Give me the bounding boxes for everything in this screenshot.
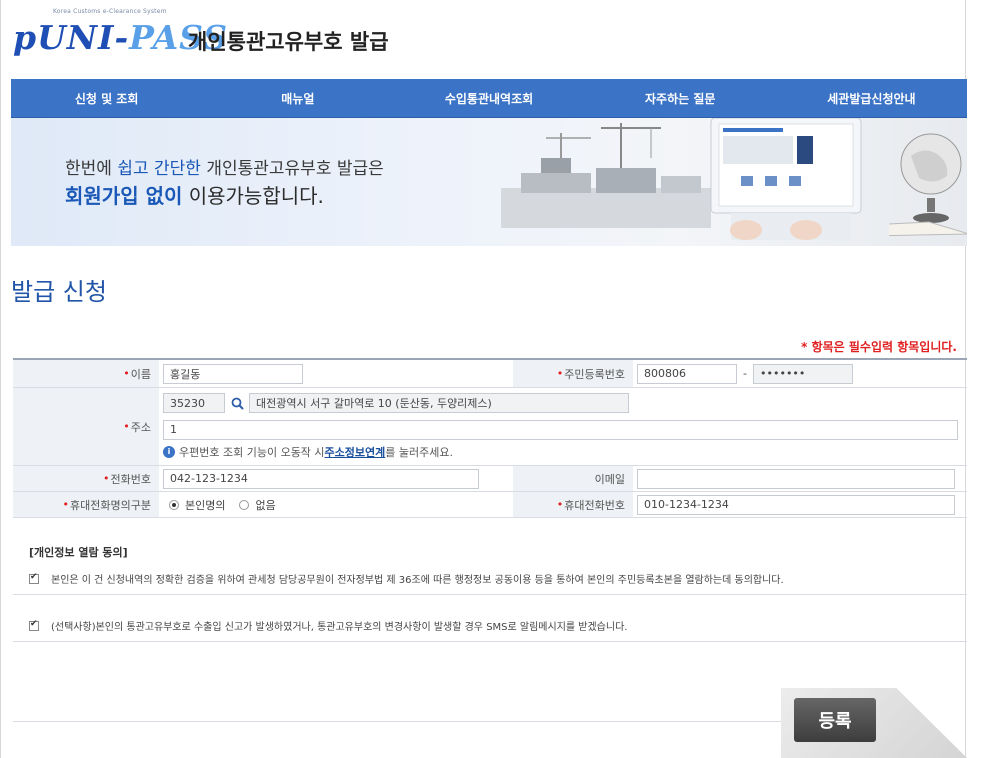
rrn-cell: - [633, 360, 967, 387]
name-input[interactable] [163, 363, 303, 384]
divider [13, 641, 967, 642]
nav-item-apply[interactable]: 신청 및 조회 [11, 79, 202, 117]
nav-item-import-history[interactable]: 수입통관내역조회 [393, 79, 584, 117]
phone-input[interactable] [163, 468, 479, 489]
nav-item-faq[interactable]: 자주하는 질문 [585, 79, 776, 117]
page-frame: Korea Customs e-Clearance System pUNI-PA… [0, 0, 967, 758]
submit-button[interactable]: 등록 [794, 698, 876, 742]
site-header: Korea Customs e-Clearance System pUNI-PA… [11, 6, 611, 66]
zipcode-input[interactable] [163, 393, 225, 413]
name-label: • 이름 [13, 360, 159, 387]
info-icon: i [163, 445, 175, 458]
consent-item-1: 본인은 이 건 신청내역의 정확한 검증을 위하여 관세청 담당공무원이 전자정… [29, 571, 784, 586]
mobile-label: • 휴대전화번호 [513, 492, 633, 517]
scrollbar-area [976, 0, 1006, 758]
port-illustration-icon [501, 123, 711, 228]
rrn-back-input[interactable] [752, 363, 853, 384]
rrn-label: • 주민등록번호 [513, 360, 633, 387]
address-link[interactable]: 주소정보연계 [325, 444, 386, 460]
address1-input[interactable] [249, 393, 629, 413]
hero-banner: 한번에 쉽고 간단한 개인통관고유부호 발급은 회원가입 없이 이용가능합니다. [11, 118, 967, 246]
logo-subtitle: Korea Customs e-Clearance System [53, 8, 167, 15]
email-input[interactable] [637, 468, 955, 489]
phone-cell [159, 466, 513, 491]
rrn-front-input[interactable] [637, 363, 737, 384]
search-icon[interactable] [229, 395, 245, 411]
mobile-cell [633, 492, 967, 517]
mobile-owner-cell: 본인명의 없음 [159, 492, 513, 517]
consent-checkbox-2[interactable] [29, 619, 39, 631]
banner-line-1: 한번에 쉽고 간단한 개인통관고유부호 발급은 [65, 159, 384, 179]
divider [13, 594, 967, 595]
radio-owner-self[interactable] [169, 499, 179, 510]
nav-item-customs-guide[interactable]: 세관발급신청안내 [776, 79, 967, 117]
page-title: 발급 신청 [11, 278, 107, 306]
form-row-name: •이름 •주민등록번호 - [13, 360, 967, 388]
banner-line-2: 회원가입 없이 이용가능합니다. [65, 184, 324, 208]
consent-title: [개인정보 열람 동의] [29, 546, 128, 559]
required-note: * 항목은 필수입력 항목입니다. [801, 340, 957, 354]
radio-owner-none-label: 없음 [255, 498, 276, 512]
mobile-owner-label: • 휴대전화명의구분 [13, 492, 159, 517]
mobile-input[interactable] [637, 494, 955, 515]
email-cell [633, 466, 967, 491]
form-row-address: •주소 i 우편번호 조회 기능이 오동작 시 주소정보연계를 눌러주세요. [13, 388, 967, 466]
name-cell [159, 360, 513, 387]
divider [13, 721, 783, 722]
address-cell: i 우편번호 조회 기능이 오동작 시 주소정보연계를 눌러주세요. [159, 388, 967, 465]
phone-label: • 전화번호 [13, 466, 159, 491]
logo-text: pUNI- [13, 18, 130, 57]
radio-owner-self-label: 본인명의 [185, 498, 226, 512]
radio-owner-none[interactable] [239, 499, 250, 510]
address2-input[interactable] [163, 419, 958, 440]
email-label: 이메일 [513, 466, 633, 491]
form-row-mobile: • 휴대전화명의구분 본인명의 없음 • 휴대전화번호 [13, 492, 967, 518]
consent-text-1: 본인은 이 건 신청내역의 정확한 검증을 위하여 관세청 담당공무원이 전자정… [51, 575, 784, 586]
globe-illustration-icon [889, 133, 967, 236]
nav-item-manual[interactable]: 매뉴얼 [202, 79, 393, 117]
rrn-dash: - [743, 367, 747, 380]
main-nav: 신청 및 조회 매뉴얼 수입통관내역조회 자주하는 질문 세관발급신청안내 [11, 79, 967, 118]
address-note: i 우편번호 조회 기능이 오동작 시 주소정보연계 를 눌러주세요. [163, 444, 963, 460]
consent-text-2: (선택사항)본인의 통관고유부호로 수출입 신고가 발생하였거나, 통관고유부호… [51, 622, 628, 633]
monitor-illustration-icon [710, 118, 862, 240]
address-label: • 주소 [13, 388, 159, 465]
form-row-phone: •전화번호 이메일 [13, 466, 967, 492]
site-title: 개인통관고유부호 발급 [188, 30, 389, 54]
consent-checkbox-1[interactable] [29, 572, 39, 584]
consent-item-2: (선택사항)본인의 통관고유부호로 수출입 신고가 발생하였거나, 통관고유부호… [29, 618, 627, 633]
application-form: •이름 •주민등록번호 - •주소 [13, 358, 967, 518]
